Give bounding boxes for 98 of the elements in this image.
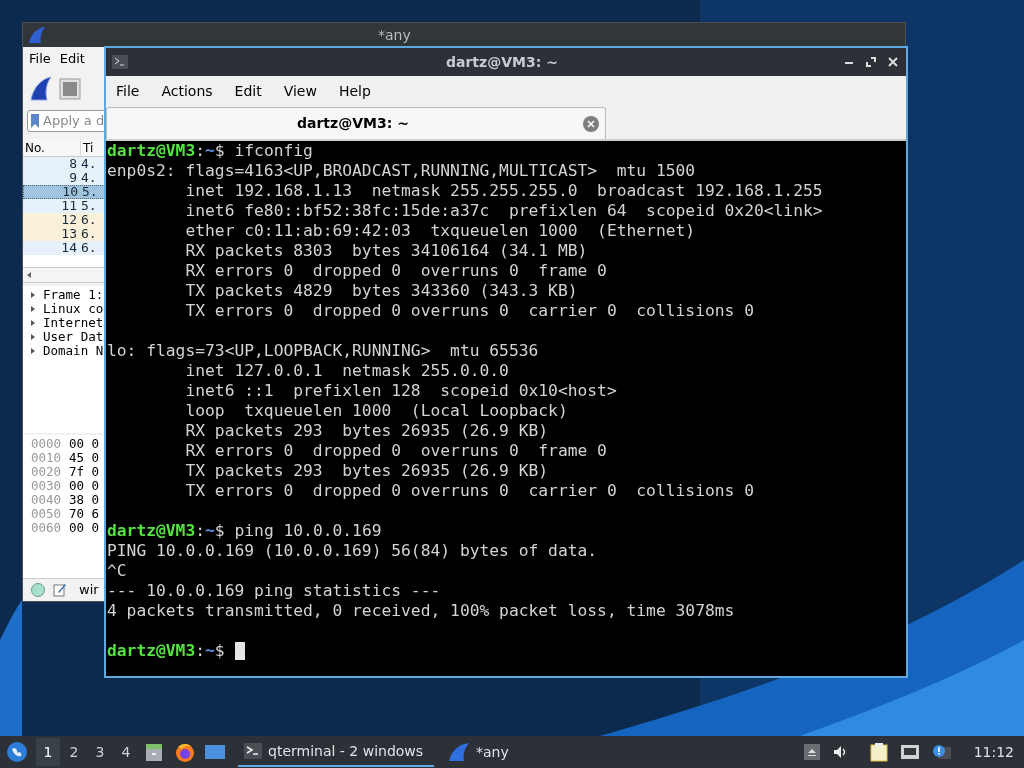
output-line: --- 10.0.0.169 ping statistics --- bbox=[107, 581, 441, 601]
start-menu-icon[interactable] bbox=[6, 741, 28, 763]
hex-offset: 0030 bbox=[30, 479, 63, 493]
output-line: TX packets 4829 bytes 343360 (343.3 KB) bbox=[184, 281, 578, 301]
edit-note-icon[interactable] bbox=[53, 582, 67, 597]
tree-item[interactable]: Linux co bbox=[43, 302, 104, 316]
window-title: dartz@VM3: ~ bbox=[446, 52, 558, 72]
menu-item[interactable]: Help bbox=[330, 80, 379, 102]
hex-bytes: 00 0 bbox=[68, 479, 100, 493]
output-line: RX errors 0 dropped 0 overruns 0 frame 0 bbox=[184, 261, 607, 281]
notification-icon[interactable] bbox=[931, 743, 952, 761]
hex-bytes: 70 6 bbox=[68, 507, 100, 521]
prompt-line: dartz@VM3:~$ ifconfig bbox=[107, 141, 313, 161]
column-header[interactable]: No. bbox=[23, 139, 81, 156]
close-icon[interactable] bbox=[888, 57, 898, 67]
terminal-icon bbox=[244, 743, 262, 759]
output-line: RX packets 293 bytes 26935 (26.9 KB) bbox=[184, 421, 549, 441]
menu-item[interactable]: View bbox=[275, 80, 325, 102]
packet-row[interactable]: 8 4. bbox=[23, 157, 105, 171]
window-title: *any bbox=[378, 25, 411, 45]
packet-row[interactable]: 9 4. bbox=[23, 171, 105, 185]
tree-item[interactable]: User Dat bbox=[43, 330, 104, 344]
eject-icon[interactable] bbox=[803, 744, 820, 760]
menu-item[interactable]: File bbox=[108, 80, 148, 102]
menu-item[interactable]: Edit bbox=[59, 49, 85, 69]
stop-icon[interactable] bbox=[59, 78, 81, 100]
workspace-button[interactable]: 4 bbox=[114, 738, 138, 766]
hex-offset: 0000 bbox=[30, 437, 63, 451]
output-line: inet 192.168.1.13 netmask 255.255.255.0 broadcast 192.168.1.255 bbox=[184, 181, 823, 201]
hex-bytes: 7f 0 bbox=[68, 465, 100, 479]
clock[interactable]: 11:12 bbox=[973, 741, 1014, 763]
menu-item[interactable]: Actions bbox=[153, 80, 221, 102]
output-line: ether c0:11:ab:69:42:03 txqueuelen 1000 (Ethernet) bbox=[184, 221, 696, 241]
expand-arrow-icon[interactable] bbox=[31, 306, 35, 312]
prompt-line: dartz@VM3:~$ bbox=[107, 641, 225, 661]
hex-offset: 0020 bbox=[30, 465, 63, 479]
hex-offset: 0040 bbox=[30, 493, 63, 507]
expand-arrow-icon[interactable] bbox=[31, 348, 35, 354]
expand-arrow-icon[interactable] bbox=[31, 334, 35, 340]
firefox-icon[interactable] bbox=[174, 741, 196, 763]
menu-item[interactable]: Edit bbox=[226, 80, 270, 102]
hex-offset: 0010 bbox=[30, 451, 63, 465]
expand-arrow-icon[interactable] bbox=[31, 292, 35, 298]
horizontal-scrollbar[interactable] bbox=[23, 267, 105, 283]
output-line: RX errors 0 dropped 0 overruns 0 frame 0 bbox=[184, 441, 607, 461]
packet-row[interactable]: 12 6. bbox=[23, 213, 105, 227]
packet-row[interactable]: 14 6. bbox=[23, 241, 105, 255]
output-line: enp0s2: flags=4163<UP,BROADCAST,RUNNING,MULTICAST> mtu 1500 bbox=[107, 161, 696, 181]
expand-arrow-icon[interactable] bbox=[31, 320, 35, 326]
prompt-line: dartz@VM3:~$ ping 10.0.0.169 bbox=[107, 521, 382, 541]
output-line: RX packets 8303 bytes 34106164 (34.1 MB) bbox=[184, 241, 588, 261]
maximize-icon[interactable] bbox=[866, 57, 876, 67]
output-line: 4 packets transmitted, 0 received, 100% packet loss, time 3078ms bbox=[107, 601, 735, 621]
shark-fin-icon bbox=[448, 742, 470, 762]
packet-row[interactable]: 10 5. bbox=[23, 185, 105, 199]
bookmark-icon[interactable] bbox=[30, 113, 40, 129]
hex-bytes: 00 0 bbox=[68, 521, 100, 535]
hex-offset: 0060 bbox=[30, 521, 63, 535]
output-line: inet6 ::1 prefixlen 128 scopeid 0x10<host> bbox=[184, 381, 617, 401]
output-line: TX errors 0 dropped 0 overruns 0 carrier 0 collisions 0 bbox=[184, 301, 754, 321]
tree-item[interactable]: Domain N bbox=[43, 344, 104, 358]
hex-offset: 0050 bbox=[30, 507, 63, 521]
status-text: wir bbox=[79, 580, 99, 599]
output-line: TX packets 293 bytes 26935 (26.9 KB) bbox=[184, 461, 549, 481]
terminal-tab[interactable]: dartz@VM3: ~ bbox=[106, 107, 606, 139]
close-tab-icon[interactable] bbox=[583, 115, 599, 132]
output-line: lo: flags=73<UP,LOOPBACK,RUNNING> mtu 65536 bbox=[107, 341, 539, 361]
terminal-icon bbox=[112, 55, 128, 69]
tree-item[interactable]: Frame 1: bbox=[43, 288, 104, 302]
output-line: loop txqueuelen 1000 (Local Loopback) bbox=[184, 401, 568, 421]
workspace-button[interactable]: 1 bbox=[36, 738, 60, 766]
status-indicator-icon bbox=[31, 582, 45, 597]
clipboard-icon[interactable] bbox=[869, 742, 888, 762]
packet-row[interactable]: 11 5. bbox=[23, 199, 105, 213]
output-line: TX errors 0 dropped 0 overruns 0 carrier 0 collisions 0 bbox=[184, 481, 754, 501]
workspace-button[interactable]: 3 bbox=[88, 738, 112, 766]
output-line: PING 10.0.0.169 (10.0.0.169) 56(84) bytes of data. bbox=[107, 541, 598, 561]
network-icon[interactable] bbox=[899, 743, 920, 761]
taskbar-button[interactable]: *any bbox=[442, 737, 522, 767]
tree-item[interactable]: Internet bbox=[43, 316, 104, 330]
menu-item[interactable]: File bbox=[29, 49, 51, 69]
terminal-output[interactable] bbox=[106, 139, 906, 676]
hex-bytes: 38 0 bbox=[68, 493, 100, 507]
column-header[interactable]: Ti bbox=[81, 139, 94, 156]
output-line: inet 127.0.0.1 netmask 255.0.0.0 bbox=[184, 361, 509, 381]
packet-row[interactable]: 13 6. bbox=[23, 227, 105, 241]
filter-field[interactable]: Apply a d bbox=[27, 110, 105, 132]
output-line: inet6 fe80::bf52:38fc:15de:a37c prefixlen 64 scopeid 0x20<link> bbox=[184, 201, 823, 221]
show-desktop-icon[interactable] bbox=[204, 742, 226, 762]
output-line: ^C bbox=[107, 561, 127, 581]
volume-icon[interactable] bbox=[831, 744, 848, 760]
shark-fin-icon[interactable] bbox=[29, 76, 53, 102]
file-manager-icon[interactable] bbox=[144, 742, 164, 762]
taskbar-button[interactable]: qterminal - 2 windows bbox=[238, 737, 434, 767]
shark-fin-icon bbox=[27, 26, 47, 44]
hex-bytes: 45 0 bbox=[68, 451, 100, 465]
workspace-button[interactable]: 2 bbox=[62, 738, 86, 766]
hex-bytes: 00 0 bbox=[68, 437, 100, 451]
